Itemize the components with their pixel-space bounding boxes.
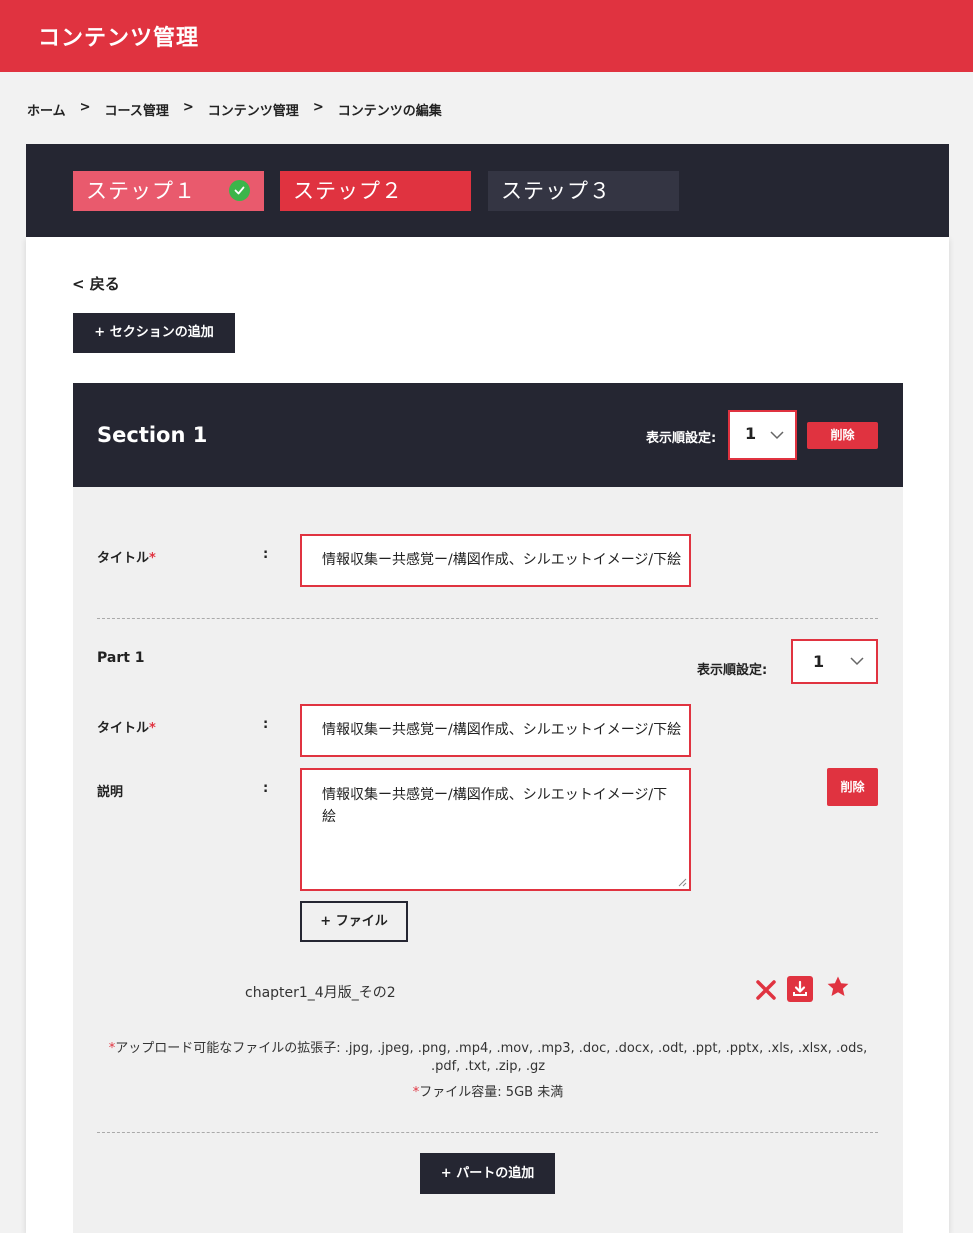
breadcrumb-separator: > xyxy=(182,100,194,115)
step-2[interactable]: ステップ２ xyxy=(280,171,471,211)
step-indicator: ステップ１ ステップ２ ステップ３ xyxy=(26,144,949,237)
part-description-textarea[interactable]: 情報収集ー共感覚ー/構図作成、シルエットイメージ/下絵 xyxy=(300,768,691,891)
close-icon[interactable] xyxy=(755,979,777,1001)
resize-grip-icon[interactable] xyxy=(678,878,687,887)
section-delete-button[interactable]: 削除 xyxy=(807,422,878,449)
file-name: chapter1_4月版_その2 xyxy=(245,985,396,1001)
download-icon[interactable] xyxy=(787,976,813,1002)
part-description-label: 説明 xyxy=(97,785,124,800)
size-note-text: ファイル容量: 5GB 未満 xyxy=(419,1085,564,1100)
step-1-label: ステップ１ xyxy=(86,179,196,203)
divider xyxy=(97,1132,878,1133)
extensions-note-text: アップロード可能なファイルの拡張子: .jpg, .jpeg, .png, .m… xyxy=(115,1041,868,1074)
part-title-label-text: タイトル xyxy=(97,721,150,736)
section-order-select[interactable]: 1 xyxy=(728,410,797,460)
extensions-note: *アップロード可能なファイルの拡張子: .jpg, .jpeg, .png, .… xyxy=(73,1040,903,1076)
breadcrumb-content-edit: コンテンツの編集 xyxy=(337,104,442,119)
star-icon[interactable] xyxy=(826,975,850,999)
required-mark: * xyxy=(149,551,156,566)
chevron-down-icon xyxy=(850,657,864,666)
part-order-label: 表示順設定: xyxy=(697,663,768,678)
breadcrumb-course-management[interactable]: コース管理 xyxy=(105,100,169,119)
section-title-label: タイトル* xyxy=(97,547,156,566)
section-header: Section 1 表示順設定: 1 削除 xyxy=(73,383,903,487)
chevron-down-icon xyxy=(770,431,784,440)
colon: : xyxy=(263,781,269,796)
add-file-button[interactable]: + ファイル xyxy=(300,901,408,942)
section-panel: Section 1 表示順設定: 1 削除 タイトル* : 情報収集ー共感覚ー/… xyxy=(73,383,903,1233)
step-3-label: ステップ３ xyxy=(501,179,611,203)
back-link[interactable]: < 戻る xyxy=(72,273,120,294)
breadcrumb-home[interactable]: ホーム xyxy=(27,100,66,119)
step-1[interactable]: ステップ１ xyxy=(73,171,264,211)
section-order-value: 1 xyxy=(745,424,757,443)
part-delete-button[interactable]: 削除 xyxy=(827,768,878,806)
section-order-label: 表示順設定: xyxy=(646,431,717,446)
section-title: Section 1 xyxy=(97,423,208,447)
part-title-label: タイトル* xyxy=(97,717,156,736)
colon: : xyxy=(263,547,269,562)
top-bar: コンテンツ管理 xyxy=(0,0,973,72)
part-order-select[interactable]: 1 xyxy=(791,639,878,684)
breadcrumb-content-management[interactable]: コンテンツ管理 xyxy=(208,100,299,119)
breadcrumb-separator: > xyxy=(79,100,91,115)
breadcrumb: ホーム > コース管理 > コンテンツ管理 > コンテンツの編集 xyxy=(27,100,442,119)
add-part-button[interactable]: + パートの追加 xyxy=(420,1153,555,1194)
section-title-input[interactable]: 情報収集ー共感覚ー/構図作成、シルエットイメージ/下絵 xyxy=(300,534,691,587)
part-description-text: 情報収集ー共感覚ー/構図作成、シルエットイメージ/下絵 xyxy=(322,787,668,825)
content-card: < 戻る + セクションの追加 Section 1 表示順設定: 1 削除 タイ… xyxy=(26,237,949,1233)
step-3[interactable]: ステップ３ xyxy=(488,171,679,211)
section-title-label-text: タイトル xyxy=(97,551,150,566)
part-title: Part 1 xyxy=(97,650,145,666)
step-2-label: ステップ２ xyxy=(293,179,403,203)
check-icon xyxy=(229,180,250,201)
required-mark: * xyxy=(149,721,156,736)
page-title: コンテンツ管理 xyxy=(38,26,200,51)
divider xyxy=(97,618,878,619)
colon: : xyxy=(263,717,269,732)
size-note: *ファイル容量: 5GB 未満 xyxy=(73,1084,903,1102)
part-order-value: 1 xyxy=(813,652,825,671)
breadcrumb-separator: > xyxy=(312,100,324,115)
part-title-input[interactable]: 情報収集ー共感覚ー/構図作成、シルエットイメージ/下絵 xyxy=(300,704,691,757)
add-section-button[interactable]: + セクションの追加 xyxy=(73,313,235,353)
